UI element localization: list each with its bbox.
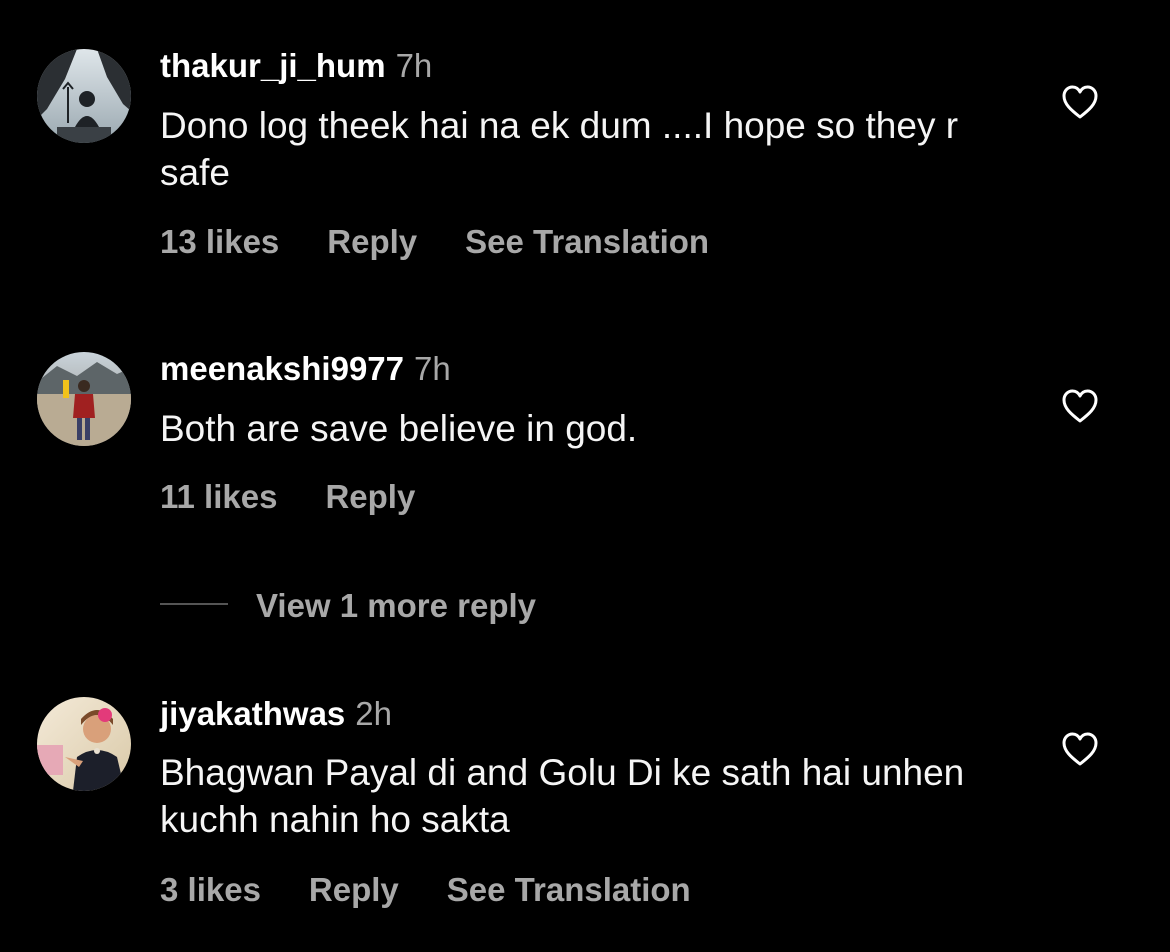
timestamp: 2h	[355, 695, 392, 732]
avatar[interactable]	[37, 352, 131, 446]
comment-actions: 11 likes Reply	[160, 477, 463, 517]
avatar[interactable]	[37, 697, 131, 791]
reply-button[interactable]: Reply	[327, 222, 417, 262]
reply-button[interactable]: Reply	[325, 477, 415, 517]
comment-text: Dono log theek hai na ek dum ....I hope …	[160, 105, 959, 193]
likes-count[interactable]: 11 likes	[160, 477, 277, 517]
comment-actions: 3 likes Reply See Translation	[160, 870, 739, 910]
heart-outline-icon[interactable]	[1061, 84, 1099, 120]
comment-text: Bhagwan Payal di and Golu Di ke sath hai…	[160, 752, 965, 840]
see-translation-button[interactable]: See Translation	[465, 222, 709, 262]
avatar[interactable]	[37, 49, 131, 143]
comment-header: meenakshi9977 7h	[160, 349, 451, 389]
username[interactable]: thakur_ji_hum	[160, 47, 386, 84]
thread-line	[160, 603, 228, 605]
likes-count[interactable]: 3 likes	[160, 870, 261, 910]
avatar-image	[37, 352, 131, 446]
username[interactable]: meenakshi9977	[160, 350, 404, 387]
reply-button[interactable]: Reply	[309, 870, 399, 910]
view-more-replies-button[interactable]: View 1 more reply	[160, 586, 536, 626]
see-translation-button[interactable]: See Translation	[447, 870, 691, 910]
comment-actions: 13 likes Reply See Translation	[160, 222, 757, 262]
comment-header: thakur_ji_hum 7h	[160, 46, 432, 86]
likes-count[interactable]: 13 likes	[160, 222, 279, 262]
heart-outline-icon[interactable]	[1061, 388, 1099, 424]
avatar-image	[37, 697, 131, 791]
avatar-image	[37, 49, 131, 143]
comment-header: jiyakathwas 2h	[160, 694, 392, 734]
username[interactable]: jiyakathwas	[160, 695, 345, 732]
heart-outline-icon[interactable]	[1061, 731, 1099, 767]
view-more-replies-label: View 1 more reply	[256, 587, 537, 624]
timestamp: 7h	[395, 47, 433, 84]
comment-text: Both are save believe in god.	[160, 408, 638, 449]
timestamp: 7h	[414, 350, 451, 387]
